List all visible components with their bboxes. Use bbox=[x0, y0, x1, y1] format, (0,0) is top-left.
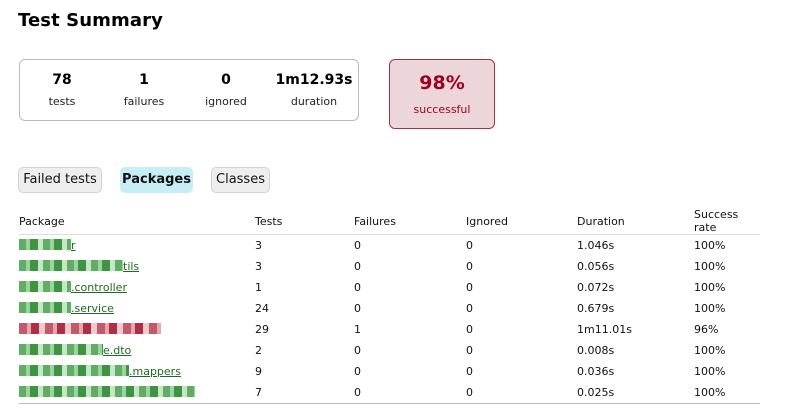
ignored-cell: 0 bbox=[466, 323, 473, 336]
redacted-text bbox=[19, 323, 161, 334]
duration-cell: 0.679s bbox=[577, 302, 615, 315]
success-rate-cell: 96% bbox=[694, 323, 719, 336]
redacted-text bbox=[19, 239, 71, 250]
table-row: 7 0 0 0.025s 100% bbox=[19, 382, 760, 404]
failures-cell: 0 bbox=[354, 344, 361, 357]
redacted-text bbox=[19, 281, 71, 292]
counter-label: failures bbox=[123, 95, 165, 108]
failures-cell: 0 bbox=[354, 382, 466, 404]
success-rate-value: 98% bbox=[419, 72, 465, 94]
duration-cell: 1m11.01s bbox=[577, 323, 632, 336]
column-header-package: Package bbox=[19, 208, 255, 235]
package-link[interactable]: .service bbox=[19, 302, 114, 315]
tests-cell: 3 bbox=[255, 239, 262, 252]
failures-cell: 0 bbox=[354, 281, 361, 294]
redacted-text bbox=[19, 260, 123, 271]
ignored-cell: 0 bbox=[466, 239, 473, 252]
package-link[interactable]: .controller bbox=[19, 281, 127, 294]
duration-cell: 1.046s bbox=[577, 239, 615, 252]
page-title: Test Summary bbox=[18, 10, 163, 31]
counter-value: 1 bbox=[139, 72, 149, 88]
column-header-failures: Failures bbox=[354, 208, 466, 235]
failures-cell: 0 bbox=[354, 260, 361, 273]
redacted-text bbox=[19, 344, 103, 355]
tests-cell: 7 bbox=[255, 382, 354, 404]
column-header-tests: Tests bbox=[255, 208, 354, 235]
success-rate-cell: 100% bbox=[694, 260, 726, 273]
tests-cell: 2 bbox=[255, 344, 262, 357]
table-row: .service 24 0 0 0.679s 100% bbox=[19, 298, 760, 319]
counter-label: tests bbox=[48, 95, 76, 108]
package-link[interactable]: r bbox=[19, 239, 76, 252]
failures-cell: 0 bbox=[354, 239, 361, 252]
success-rate-box: 98% successful bbox=[389, 59, 495, 129]
failures-cell: 0 bbox=[354, 365, 361, 378]
duration-cell: 0.008s bbox=[577, 344, 615, 357]
summary-counters: 78 tests 1 failures 0 ignored 1m12.93s d… bbox=[19, 59, 359, 121]
column-header-ignored: Ignored bbox=[466, 208, 577, 235]
ignored-cell: 0 bbox=[466, 281, 473, 294]
success-rate-cell: 100% bbox=[694, 302, 726, 315]
tests-cell: 29 bbox=[255, 323, 269, 336]
tests-cell: 24 bbox=[255, 302, 269, 315]
tab-classes[interactable]: Classes bbox=[211, 167, 270, 193]
success-rate-cell: 100% bbox=[694, 382, 760, 404]
counter-value: 0 bbox=[221, 72, 231, 88]
package-link[interactable] bbox=[19, 323, 161, 336]
failures-cell: 1 bbox=[354, 323, 361, 336]
table-row: .controller 1 0 0 0.072s 100% bbox=[19, 277, 760, 298]
success-rate-cell: 100% bbox=[694, 281, 726, 294]
ignored-cell: 0 bbox=[466, 365, 473, 378]
counter-value: 1m12.93s bbox=[275, 72, 353, 88]
table-header-row: Package Tests Failures Ignored Duration … bbox=[19, 208, 760, 235]
success-rate-cell: 100% bbox=[694, 344, 726, 357]
ignored-cell: 0 bbox=[466, 302, 473, 315]
redacted-text bbox=[19, 302, 71, 313]
package-link[interactable]: tils bbox=[19, 260, 139, 273]
packages-table: Package Tests Failures Ignored Duration … bbox=[19, 208, 760, 404]
duration-cell: 0.025s bbox=[577, 382, 694, 404]
table-row: tils 3 0 0 0.056s 100% bbox=[19, 256, 760, 277]
package-link[interactable]: e.dto bbox=[19, 344, 131, 357]
table-row: r 3 0 0 1.046s 100% bbox=[19, 235, 760, 257]
tests-cell: 3 bbox=[255, 260, 262, 273]
duration-cell: 0.036s bbox=[577, 365, 615, 378]
success-rate-cell: 100% bbox=[694, 239, 726, 252]
ignored-cell: 0 bbox=[466, 382, 577, 404]
redacted-text bbox=[19, 365, 129, 376]
column-header-success-rate: Success rate bbox=[694, 208, 760, 235]
table-row: .mappers 9 0 0 0.036s 100% bbox=[19, 361, 760, 382]
table-row: e.dto 2 0 0 0.008s 100% bbox=[19, 340, 760, 361]
duration-cell: 0.072s bbox=[577, 281, 615, 294]
ignored-cell: 0 bbox=[466, 344, 473, 357]
ignored-cell: 0 bbox=[466, 260, 473, 273]
tests-cell: 9 bbox=[255, 365, 262, 378]
failures-cell: 0 bbox=[354, 302, 361, 315]
redacted-text bbox=[19, 386, 195, 397]
success-rate-cell: 100% bbox=[694, 365, 726, 378]
tab-failed-tests[interactable]: Failed tests bbox=[18, 167, 102, 193]
package-link[interactable]: .mappers bbox=[19, 365, 181, 378]
package-link[interactable] bbox=[19, 386, 195, 399]
column-header-duration: Duration bbox=[577, 208, 694, 235]
success-rate-label: successful bbox=[413, 103, 471, 116]
tests-cell: 1 bbox=[255, 281, 262, 294]
counter-label: ignored bbox=[205, 95, 247, 108]
duration-cell: 0.056s bbox=[577, 260, 615, 273]
table-row: 29 1 0 1m11.01s 96% bbox=[19, 319, 760, 340]
counter-label: duration bbox=[290, 95, 338, 108]
tab-packages[interactable]: Packages bbox=[120, 167, 193, 193]
counter-value: 78 bbox=[52, 72, 72, 88]
